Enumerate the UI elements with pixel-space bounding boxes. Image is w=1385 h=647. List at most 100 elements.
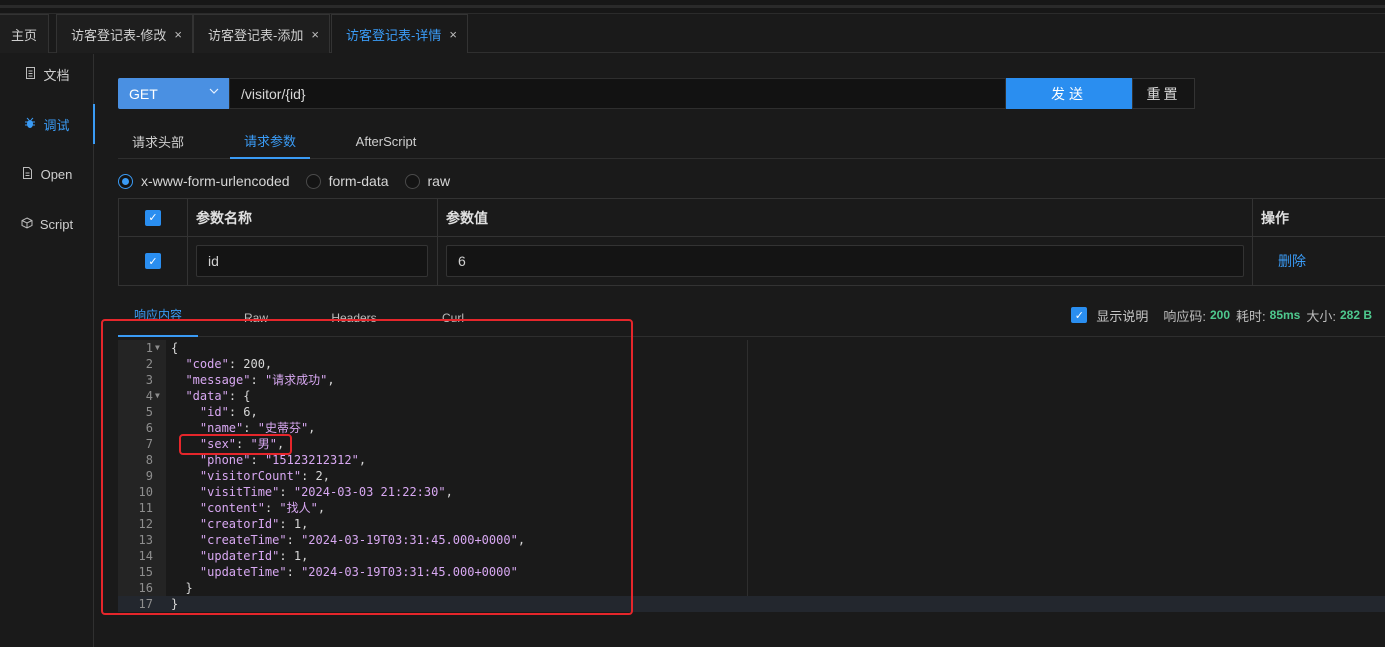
- show-description-checkbox[interactable]: ✓: [1071, 307, 1088, 323]
- code-line: 4 ▼ "data": {: [118, 388, 1385, 404]
- chevron-down-icon: [209, 86, 219, 99]
- bug-icon: [24, 117, 36, 132]
- content-type-group: x-www-form-urlencoded form-data raw: [118, 170, 466, 192]
- line-number: 12: [138, 517, 153, 531]
- sidebar-item-debug[interactable]: 调试: [0, 104, 95, 144]
- time-label: 耗时:: [1236, 308, 1266, 324]
- tab-response-content[interactable]: 响应内容: [118, 300, 198, 337]
- code-line: 13 "createTime": "2024-03-19T03:31:45.00…: [118, 532, 1385, 548]
- param-value-input[interactable]: 6: [446, 245, 1244, 277]
- line-number: 8: [145, 453, 153, 467]
- tab-response-curl[interactable]: Curl: [428, 300, 478, 337]
- line-number: 6: [145, 421, 153, 435]
- sidebar-item-open[interactable]: Open: [0, 154, 94, 194]
- radio-button[interactable]: [118, 173, 133, 189]
- line-number: 4: [145, 389, 153, 403]
- line-number: 16: [138, 581, 153, 595]
- code-text: "name": "史蒂芬",: [199, 421, 316, 435]
- line-number: 2: [145, 357, 153, 371]
- line-number: 11: [138, 501, 153, 515]
- radio-raw[interactable]: raw: [404, 173, 451, 189]
- fold-toggle-icon[interactable]: ▼: [155, 388, 165, 404]
- code-text: }: [171, 597, 179, 611]
- code-line: 3 "message": "请求成功",: [118, 372, 1385, 388]
- code-line: 15 "updateTime": "2024-03-19T03:31:45.00…: [118, 564, 1385, 580]
- code-line: 14 "updaterId": 1,: [118, 548, 1385, 564]
- tab-home[interactable]: 主页: [0, 14, 50, 53]
- code-text: "visitTime": "2024-03-03 21:22:30",: [199, 485, 453, 499]
- close-icon[interactable]: ×: [311, 27, 319, 42]
- column-header-value: 参数值: [438, 199, 1253, 236]
- method-value: GET: [129, 85, 158, 102]
- response-editor[interactable]: 1 ▼{2 "code": 200, 3 "message": "请求成功", 4 ▼ …: [118, 340, 1385, 612]
- code-line: 16 }: [118, 580, 1385, 596]
- tab-visitor-edit[interactable]: 访客登记表-修改 ×: [56, 14, 193, 53]
- request-tabs: 请求头部 请求参数 AfterScript: [118, 124, 1385, 159]
- code-text: "phone": "15123212312",: [199, 453, 367, 467]
- radio-form-data[interactable]: form-data: [305, 173, 389, 189]
- param-name-input[interactable]: id: [196, 245, 428, 277]
- radio-button[interactable]: [404, 173, 420, 189]
- sidebar-item-script[interactable]: Script: [0, 204, 94, 244]
- tab-response-headers[interactable]: Headers: [318, 300, 390, 337]
- tab-request-headers[interactable]: 请求头部: [118, 124, 198, 159]
- tab-visitor-add[interactable]: 访客登记表-添加 ×: [193, 14, 330, 53]
- code-line: 17}: [118, 596, 1385, 612]
- response-time: 85ms: [1269, 308, 1301, 322]
- line-number: 17: [138, 597, 153, 611]
- sidebar-item-docs[interactable]: 文档: [0, 54, 94, 94]
- tab-response-raw[interactable]: Raw: [230, 300, 282, 337]
- close-icon[interactable]: ×: [174, 27, 182, 42]
- code-line: 10 "visitTime": "2024-03-03 21:22:30",: [118, 484, 1385, 500]
- tab-label: 访客登记表-修改: [71, 27, 167, 43]
- row-checkbox[interactable]: ✓: [145, 253, 161, 269]
- params-table: ✓ 参数名称 参数值 操作 ✓ id 6 删除: [118, 198, 1385, 286]
- code-line: 6 "name": "史蒂芬",: [118, 420, 1385, 436]
- file-icon: [22, 166, 34, 182]
- radio-label: raw: [427, 173, 451, 189]
- code-text: "data": {: [185, 389, 251, 403]
- tab-label: 访客登记表-详情: [346, 27, 442, 43]
- code-icon: [21, 216, 33, 232]
- radio-urlencoded[interactable]: x-www-form-urlencoded: [118, 173, 290, 189]
- top-divider: [0, 5, 1385, 8]
- select-all-checkbox[interactable]: ✓: [145, 209, 161, 226]
- code-text: "updaterId": 1,: [199, 549, 309, 563]
- code-text: "content": "找人",: [199, 501, 326, 515]
- tab-afterscript[interactable]: AfterScript: [344, 124, 428, 159]
- radio-button[interactable]: [305, 173, 321, 189]
- print-margin: [747, 340, 748, 596]
- response-size: 282 B: [1339, 308, 1372, 322]
- line-number: 7: [145, 437, 153, 451]
- line-number: 1: [145, 341, 153, 355]
- line-number: 3: [145, 373, 153, 387]
- url-input[interactable]: /visitor/{id}: [229, 78, 1006, 109]
- tab-label: 主页: [11, 27, 38, 43]
- send-button[interactable]: 发送: [1006, 78, 1132, 109]
- param-name-cell: id: [188, 237, 438, 285]
- fold-toggle-icon[interactable]: ▼: [155, 340, 165, 356]
- code-line: 2 "code": 200,: [118, 356, 1385, 372]
- page-tabs: 主页 访客登记表-修改 × 访客登记表-添加 × 访客登记表-详情 ×: [0, 14, 1385, 53]
- tab-visitor-detail[interactable]: 访客登记表-详情 ×: [331, 14, 468, 53]
- code-text: "message": "请求成功",: [185, 373, 335, 387]
- method-select[interactable]: GET: [118, 78, 229, 109]
- code-text: }: [171, 581, 193, 595]
- code-text: "id": 6,: [199, 405, 258, 419]
- radio-label: form-data: [328, 173, 389, 189]
- line-number: 14: [138, 549, 153, 563]
- url-value: /visitor/{id}: [241, 85, 306, 102]
- sidebar-item-label: Script: [39, 216, 74, 232]
- param-value-cell: 6: [438, 237, 1253, 285]
- code-text: {: [171, 341, 179, 355]
- response-info: ✓ 显示说明 响应码: 200 耗时: 85ms 大小: 282 B: [1071, 305, 1372, 325]
- close-icon[interactable]: ×: [449, 27, 457, 42]
- reset-button[interactable]: 重置: [1132, 78, 1195, 109]
- delete-link[interactable]: 删除: [1278, 251, 1306, 271]
- code-line: 9 "visitorCount": 2,: [118, 468, 1385, 484]
- code-line: 12 "creatorId": 1,: [118, 516, 1385, 532]
- tab-request-params[interactable]: 请求参数: [230, 124, 310, 159]
- radio-label: x-www-form-urlencoded: [141, 173, 290, 189]
- line-number: 9: [145, 469, 153, 483]
- sidebar-item-label: 调试: [43, 117, 70, 133]
